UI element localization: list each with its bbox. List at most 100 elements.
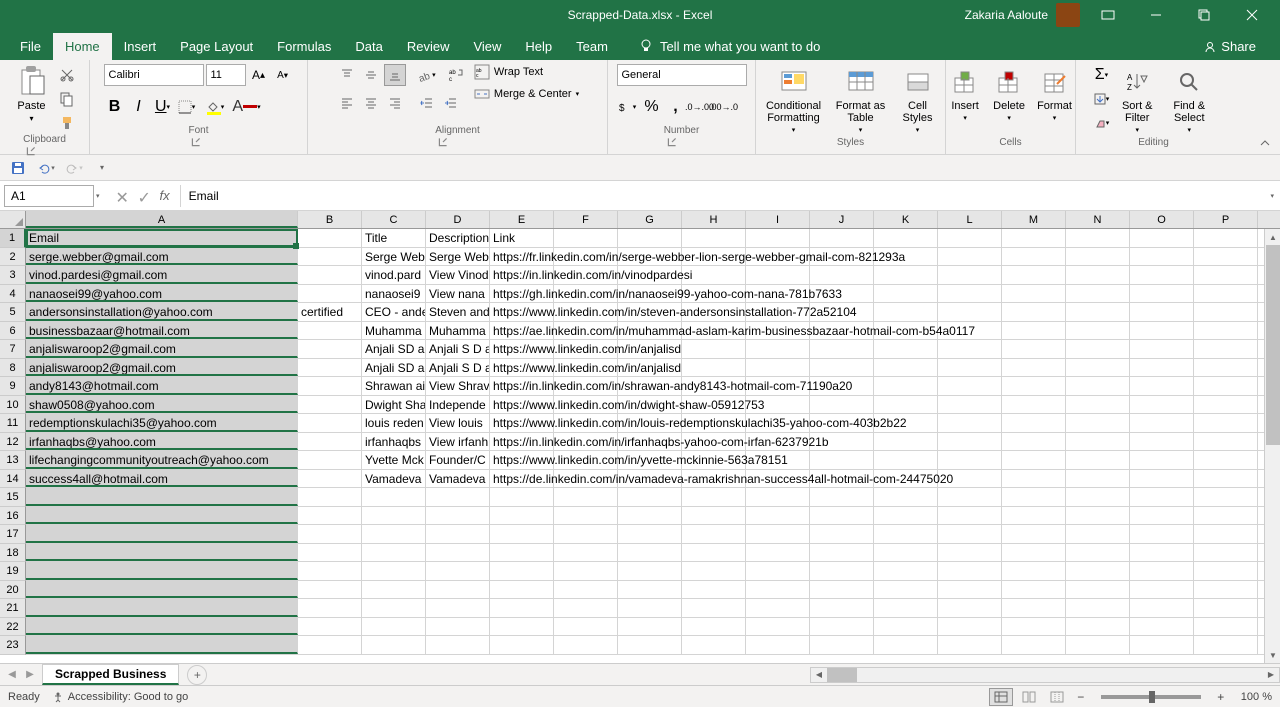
cell-H20[interactable] xyxy=(682,581,746,599)
cell-B16[interactable] xyxy=(298,507,362,525)
decrease-indent-button[interactable] xyxy=(416,92,438,114)
cell-O19[interactable] xyxy=(1130,562,1194,580)
cell-H1[interactable] xyxy=(682,229,746,247)
cell-B18[interactable] xyxy=(298,544,362,562)
cell-K3[interactable] xyxy=(874,266,938,284)
accessibility-status[interactable]: Accessibility: Good to go xyxy=(52,691,188,703)
cell-D16[interactable] xyxy=(426,507,490,525)
align-left-button[interactable] xyxy=(336,92,358,114)
row-header-22[interactable]: 22 xyxy=(0,618,26,637)
cell-M12[interactable] xyxy=(1002,433,1066,451)
cell-O22[interactable] xyxy=(1130,618,1194,636)
cell-C5[interactable]: CEO - ande xyxy=(362,303,426,321)
cell-O13[interactable] xyxy=(1130,451,1194,469)
cell-N21[interactable] xyxy=(1066,599,1130,617)
percent-format-button[interactable]: % xyxy=(641,96,663,118)
cell-B6[interactable] xyxy=(298,322,362,340)
cell-O17[interactable] xyxy=(1130,525,1194,543)
cell-L1[interactable] xyxy=(938,229,1002,247)
cell-G19[interactable] xyxy=(618,562,682,580)
cell-F18[interactable] xyxy=(554,544,618,562)
cell-E23[interactable] xyxy=(490,636,554,654)
row-header-1[interactable]: 1 xyxy=(0,229,26,248)
cell-L13[interactable] xyxy=(938,451,1002,469)
cell-M19[interactable] xyxy=(1002,562,1066,580)
cell-P1[interactable] xyxy=(1194,229,1258,247)
cell-B15[interactable] xyxy=(298,488,362,506)
page-break-view-button[interactable] xyxy=(1045,688,1069,706)
increase-font-button[interactable]: A▴ xyxy=(248,64,270,86)
scroll-up-button[interactable]: ▲ xyxy=(1265,229,1280,245)
cell-H21[interactable] xyxy=(682,599,746,617)
cell-P21[interactable] xyxy=(1194,599,1258,617)
cell-M7[interactable] xyxy=(1002,340,1066,358)
delete-cells-button[interactable]: Delete▾ xyxy=(989,64,1029,124)
menu-help[interactable]: Help xyxy=(513,33,564,60)
cell-D11[interactable]: View louis xyxy=(426,414,490,432)
cell-P15[interactable] xyxy=(1194,488,1258,506)
cell-H23[interactable] xyxy=(682,636,746,654)
cell-D14[interactable]: Vamadeva xyxy=(426,470,490,488)
cell-P10[interactable] xyxy=(1194,396,1258,414)
cell-H7[interactable] xyxy=(682,340,746,358)
minimize-icon[interactable] xyxy=(1136,0,1176,30)
cell-K15[interactable] xyxy=(874,488,938,506)
cell-F22[interactable] xyxy=(554,618,618,636)
decrease-font-button[interactable]: A▾ xyxy=(272,64,294,86)
cell-B9[interactable] xyxy=(298,377,362,395)
cell-A9[interactable]: andy8143@hotmail.com xyxy=(26,377,298,395)
row-header-23[interactable]: 23 xyxy=(0,636,26,655)
cell-E17[interactable] xyxy=(490,525,554,543)
cell-M4[interactable] xyxy=(1002,285,1066,303)
cell-B23[interactable] xyxy=(298,636,362,654)
cell-D7[interactable]: Anjali S D a xyxy=(426,340,490,358)
align-bottom-button[interactable] xyxy=(384,64,406,86)
cell-I20[interactable] xyxy=(746,581,810,599)
cell-O2[interactable] xyxy=(1130,248,1194,266)
menu-insert[interactable]: Insert xyxy=(112,33,169,60)
select-all-button[interactable] xyxy=(0,211,26,229)
cell-M22[interactable] xyxy=(1002,618,1066,636)
cell-F15[interactable] xyxy=(554,488,618,506)
cell-D12[interactable]: View irfanh xyxy=(426,433,490,451)
cell-A16[interactable] xyxy=(26,507,298,525)
cell-K23[interactable] xyxy=(874,636,938,654)
cell-L4[interactable] xyxy=(938,285,1002,303)
cell-K17[interactable] xyxy=(874,525,938,543)
cell-N16[interactable] xyxy=(1066,507,1130,525)
menu-review[interactable]: Review xyxy=(395,33,462,60)
cell-N15[interactable] xyxy=(1066,488,1130,506)
cell-L17[interactable] xyxy=(938,525,1002,543)
row-header-4[interactable]: 4 xyxy=(0,285,26,304)
cell-E12[interactable]: https://in.linkedin.com/in/irfanhaqbs-ya… xyxy=(490,433,554,451)
cell-C15[interactable] xyxy=(362,488,426,506)
expand-formula-bar-button[interactable]: ▾ xyxy=(1264,192,1280,200)
cell-E5[interactable]: https://www.linkedin.com/in/steven-ander… xyxy=(490,303,554,321)
cell-D19[interactable] xyxy=(426,562,490,580)
cell-B1[interactable] xyxy=(298,229,362,247)
cell-I1[interactable] xyxy=(746,229,810,247)
bold-button[interactable]: B xyxy=(104,96,126,118)
dialog-launcher-icon[interactable] xyxy=(666,136,678,148)
cell-N17[interactable] xyxy=(1066,525,1130,543)
cell-N4[interactable] xyxy=(1066,285,1130,303)
cell-C9[interactable]: Shrawan ai xyxy=(362,377,426,395)
cell-P18[interactable] xyxy=(1194,544,1258,562)
column-header-I[interactable]: I xyxy=(746,211,810,228)
cell-I18[interactable] xyxy=(746,544,810,562)
cell-C22[interactable] xyxy=(362,618,426,636)
cell-C3[interactable]: vinod.pard xyxy=(362,266,426,284)
align-top-button[interactable] xyxy=(336,64,358,86)
cell-O5[interactable] xyxy=(1130,303,1194,321)
cell-D15[interactable] xyxy=(426,488,490,506)
cell-I8[interactable] xyxy=(746,359,810,377)
cell-K4[interactable] xyxy=(874,285,938,303)
cell-L2[interactable] xyxy=(938,248,1002,266)
row-header-15[interactable]: 15 xyxy=(0,488,26,507)
horizontal-scrollbar[interactable]: ◀ ▶ xyxy=(810,667,1280,683)
cell-E13[interactable]: https://www.linkedin.com/in/yvette-mckin… xyxy=(490,451,554,469)
cell-F1[interactable] xyxy=(554,229,618,247)
zoom-slider[interactable] xyxy=(1101,695,1201,699)
row-header-14[interactable]: 14 xyxy=(0,470,26,489)
cell-B22[interactable] xyxy=(298,618,362,636)
